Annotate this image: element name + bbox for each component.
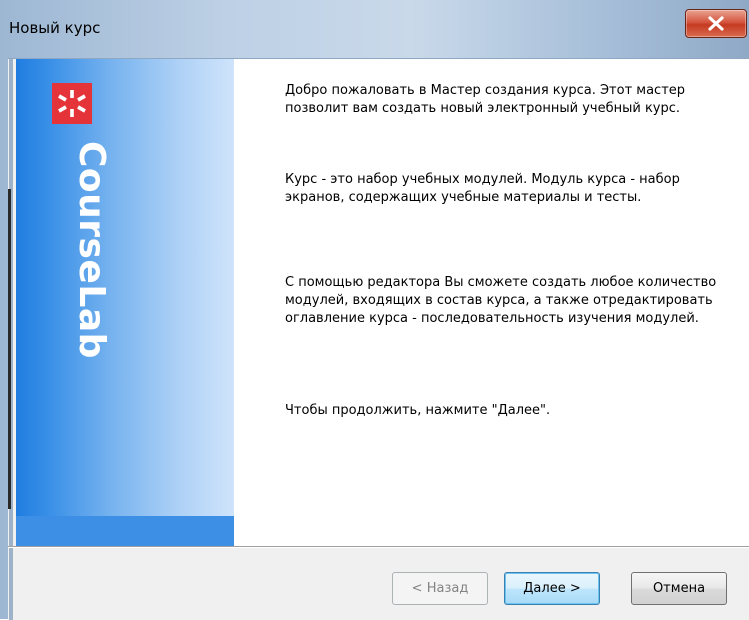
wizard-content: Добро пожаловать в Мастер создания курса… [234,59,749,546]
continue-instruction: Чтобы продолжить, нажмите "Далее". [285,403,551,418]
next-button[interactable]: Далее > [504,572,600,605]
welcome-paragraph: Добро пожаловать в Мастер создания курса… [285,83,686,116]
asterisk-logo-icon [58,90,86,117]
brand-name: CourseLab [71,141,112,359]
close-button[interactable] [685,9,747,38]
courselab-asterisk-logo [52,83,92,124]
wizard-client-area: CourseLab Добро пожаловать в Мастер созд… [8,58,749,620]
wizard-sidebar [16,59,234,546]
editor-description-paragraph: С помощью редактора Вы сможете создать л… [285,275,717,326]
wizard-window: Новый курс CourseLab Добро пожаловать в … [0,0,749,620]
window-title: Новый курс [9,19,101,37]
cancel-button[interactable]: Отмена [631,572,727,605]
back-button[interactable]: < Назад [392,572,488,605]
footer-separator-highlight [8,547,749,548]
sidebar-bottom-band [16,516,234,546]
title-bar[interactable]: Новый курс [0,0,749,58]
close-icon [708,16,724,31]
course-definition-paragraph: Курс - это набор учебных модулей. Модуль… [285,172,680,205]
background-window-edge [8,189,11,509]
